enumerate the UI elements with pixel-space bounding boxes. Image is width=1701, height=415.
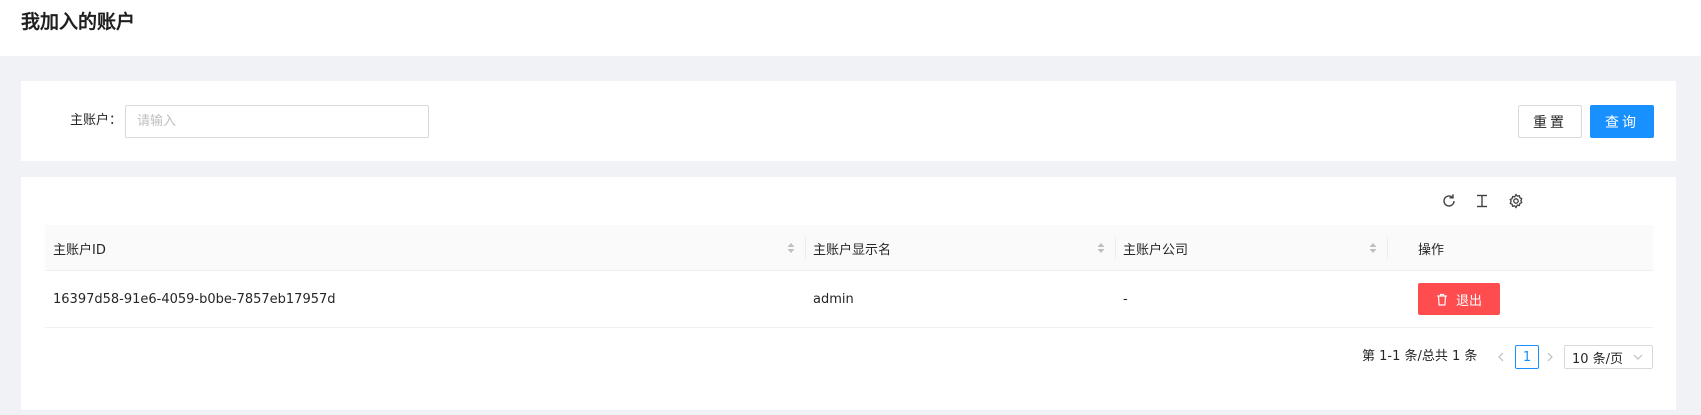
cell-company: - — [1123, 292, 1128, 307]
prev-page-icon[interactable] — [1492, 345, 1510, 369]
query-button[interactable]: 查询 — [1590, 105, 1654, 138]
main-account-input[interactable] — [125, 105, 429, 138]
table-card: 主账户ID 主账户显示名 主账户公司 操作 16397d58-91e6-4059… — [21, 177, 1676, 410]
sort-icon[interactable] — [1096, 240, 1106, 256]
column-header-display-name[interactable]: 主账户显示名 — [813, 225, 891, 271]
cell-display-name: admin — [813, 292, 854, 307]
reset-button[interactable]: 重置 — [1518, 105, 1582, 138]
reload-icon[interactable] — [1439, 191, 1459, 211]
page-size-select[interactable]: 10 条/页 — [1564, 345, 1653, 369]
page-number-current[interactable]: 1 — [1515, 345, 1539, 369]
page-title: 我加入的账户 — [21, 11, 136, 33]
sort-icon[interactable] — [1368, 240, 1378, 256]
next-page-icon[interactable] — [1541, 345, 1559, 369]
main-account-label: 主账户： — [70, 113, 123, 128]
column-header-company[interactable]: 主账户公司 — [1123, 225, 1188, 271]
delete-icon — [1436, 293, 1447, 306]
chevron-down-icon — [1633, 354, 1643, 360]
exit-button[interactable]: 退出 — [1418, 283, 1500, 315]
page-header: 我加入的账户 — [0, 0, 1701, 56]
exit-button-label: 退出 — [1455, 293, 1482, 309]
column-divider — [1115, 237, 1116, 259]
cell-account-id: 16397d58-91e6-4059-b0be-7857eb17957d — [53, 292, 336, 307]
column-divider — [1387, 237, 1388, 259]
settings-icon[interactable] — [1506, 191, 1526, 211]
accounts-table: 主账户ID 主账户显示名 主账户公司 操作 16397d58-91e6-4059… — [45, 225, 1653, 328]
column-header-account-id[interactable]: 主账户ID — [53, 225, 106, 271]
density-icon[interactable] — [1472, 191, 1492, 211]
search-form: 主账户： 重置 查询 — [21, 81, 1676, 161]
column-divider — [805, 237, 806, 259]
column-header-actions: 操作 — [1418, 242, 1445, 258]
page-size-value: 10 条/页 — [1572, 351, 1624, 367]
pagination-total: 第 1-1 条/总共 1 条 — [1362, 349, 1478, 364]
sort-icon[interactable] — [786, 240, 796, 256]
table-header: 主账户ID 主账户显示名 主账户公司 操作 — [45, 225, 1653, 271]
table-row: 16397d58-91e6-4059-b0be-7857eb17957d adm… — [45, 271, 1653, 328]
